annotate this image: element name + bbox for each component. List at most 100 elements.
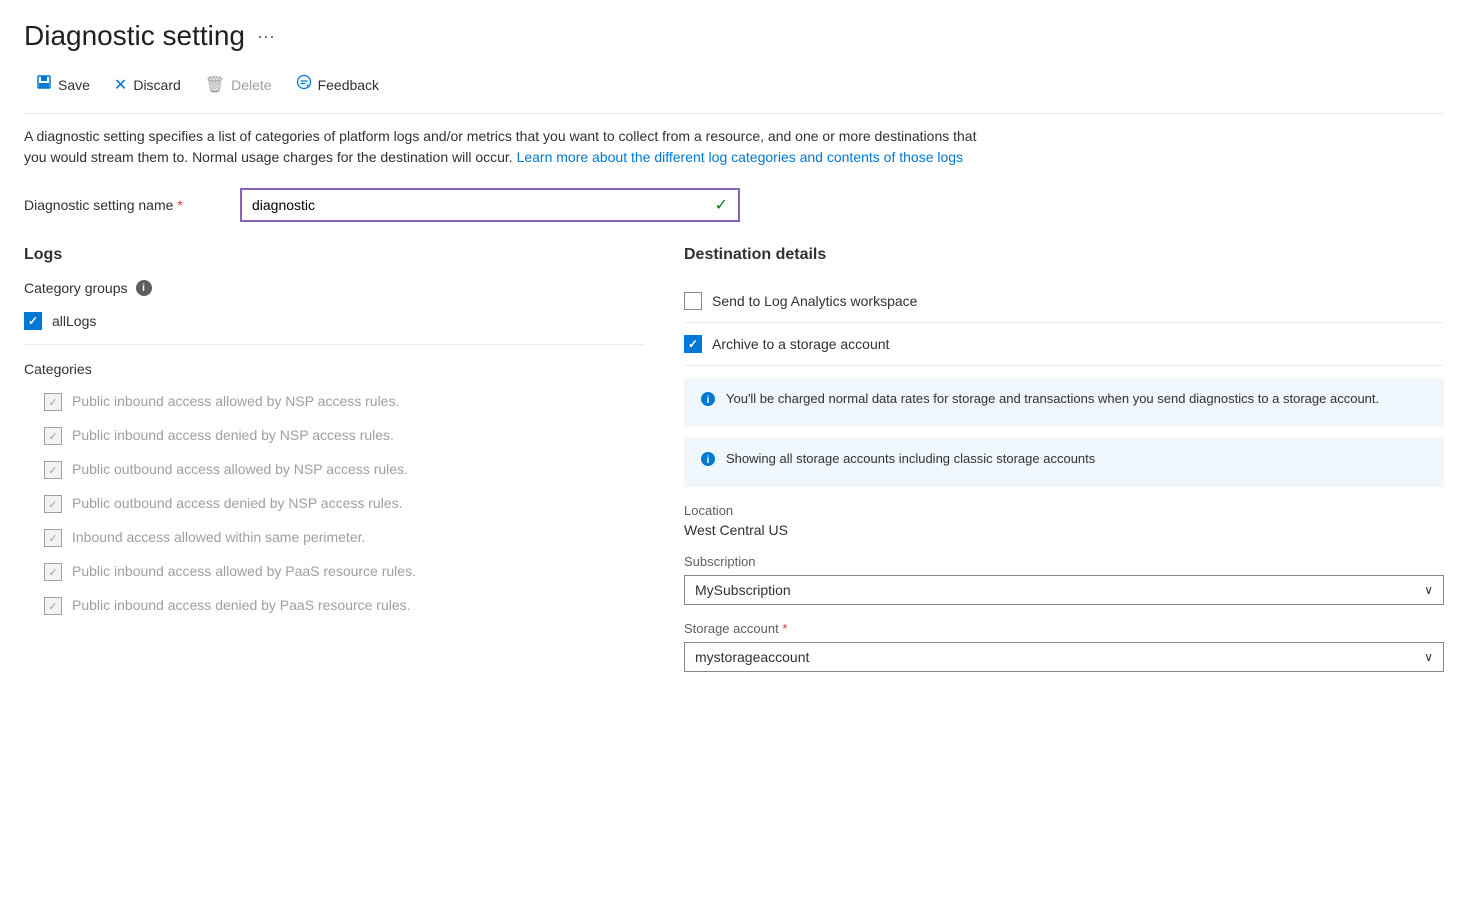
category-label-3: Public outbound access denied by NSP acc… [72, 495, 403, 511]
archive-check: ✓ [688, 337, 698, 351]
categories-label: Categories [24, 361, 644, 377]
storage-value: mystorageaccount [695, 649, 809, 665]
category-check-4: ✓ [48, 532, 57, 545]
category-label-5: Public inbound access allowed by PaaS re… [72, 563, 416, 579]
right-panel: Destination details Send to Log Analytic… [684, 246, 1444, 688]
archive-label: Archive to a storage account [712, 336, 889, 352]
info-box-2-text: Showing all storage accounts including c… [726, 450, 1095, 468]
feedback-label: Feedback [318, 77, 379, 93]
divider-categories [24, 344, 644, 345]
required-indicator: * [177, 197, 182, 213]
save-label: Save [58, 77, 90, 93]
delete-label: Delete [231, 77, 271, 93]
save-button[interactable]: Save [24, 68, 102, 101]
log-analytics-row: Send to Log Analytics workspace [684, 280, 1444, 323]
name-input-wrapper[interactable]: ✓ [240, 188, 740, 222]
category-checkbox-2[interactable]: ✓ [44, 461, 62, 479]
subscription-value: MySubscription [695, 582, 791, 598]
description: A diagnostic setting specifies a list of… [24, 126, 984, 168]
location-label: Location [684, 503, 1444, 518]
category-item-3: ✓ Public outbound access denied by NSP a… [24, 491, 644, 517]
storage-section: Storage account * mystorageaccount ∨ [684, 621, 1444, 672]
category-check-6: ✓ [48, 600, 57, 613]
feedback-button[interactable]: Feedback [284, 68, 391, 101]
category-item-6: ✓ Public inbound access denied by PaaS r… [24, 593, 644, 619]
location-section: Location West Central US [684, 503, 1444, 538]
form-row: Diagnostic setting name * ✓ [24, 188, 1444, 222]
category-checkbox-6[interactable]: ✓ [44, 597, 62, 615]
info-box-1-text: You'll be charged normal data rates for … [726, 390, 1379, 408]
info-box-2: i Showing all storage accounts including… [684, 438, 1444, 486]
logs-title: Logs [24, 246, 644, 264]
delete-icon: 🗑 [205, 75, 225, 95]
category-checkbox-0[interactable]: ✓ [44, 393, 62, 411]
subscription-dropdown[interactable]: MySubscription ∨ [684, 575, 1444, 605]
discard-icon: ✕ [114, 75, 127, 95]
delete-button[interactable]: 🗑 Delete [193, 69, 284, 101]
input-valid-icon: ✓ [715, 195, 728, 215]
category-label-1: Public inbound access denied by NSP acce… [72, 427, 394, 443]
location-value: West Central US [684, 522, 1444, 538]
subscription-label: Subscription [684, 554, 1444, 569]
category-label-2: Public outbound access allowed by NSP ac… [72, 461, 408, 477]
allLogs-row: ✓ allLogs [24, 308, 644, 334]
log-analytics-checkbox[interactable] [684, 292, 702, 310]
storage-required-indicator: * [782, 621, 787, 636]
category-item-5: ✓ Public inbound access allowed by PaaS … [24, 559, 644, 585]
category-check-0: ✓ [48, 396, 57, 409]
category-groups-info-icon[interactable]: i [136, 280, 152, 296]
feedback-icon [296, 74, 312, 95]
toolbar: Save ✕ Discard 🗑 Delete Feedback [24, 68, 1444, 114]
category-label-4: Inbound access allowed within same perim… [72, 529, 365, 545]
category-groups-text: Category groups [24, 280, 128, 296]
svg-text:i: i [707, 455, 710, 466]
archive-checkbox[interactable]: ✓ [684, 335, 702, 353]
destination-title: Destination details [684, 246, 1444, 264]
discard-label: Discard [133, 77, 180, 93]
category-label-0: Public inbound access allowed by NSP acc… [72, 393, 399, 409]
discard-button[interactable]: ✕ Discard [102, 69, 193, 101]
allLogs-check-mark: ✓ [28, 314, 38, 328]
archive-row: ✓ Archive to a storage account [684, 323, 1444, 366]
learn-more-link[interactable]: Learn more about the different log categ… [517, 149, 963, 165]
storage-dropdown[interactable]: mystorageaccount ∨ [684, 642, 1444, 672]
category-checkbox-3[interactable]: ✓ [44, 495, 62, 513]
category-checkbox-1[interactable]: ✓ [44, 427, 62, 445]
info-box-2-icon: i [700, 451, 716, 474]
left-panel: Logs Category groups i ✓ allLogs Categor… [24, 246, 644, 688]
category-item-0: ✓ Public inbound access allowed by NSP a… [24, 389, 644, 415]
destination-section: Destination details Send to Log Analytic… [684, 246, 1444, 672]
category-checkbox-4[interactable]: ✓ [44, 529, 62, 547]
allLogs-label: allLogs [52, 313, 96, 329]
category-check-1: ✓ [48, 430, 57, 443]
category-check-5: ✓ [48, 566, 57, 579]
category-item-1: ✓ Public inbound access denied by NSP ac… [24, 423, 644, 449]
info-box-1: i You'll be charged normal data rates fo… [684, 378, 1444, 426]
categories-section: Categories ✓ Public inbound access allow… [24, 361, 644, 619]
title-ellipsis[interactable]: ··· [257, 26, 275, 47]
main-layout: Logs Category groups i ✓ allLogs Categor… [24, 246, 1444, 688]
name-input[interactable] [252, 197, 715, 213]
subscription-arrow: ∨ [1424, 583, 1433, 597]
save-icon [36, 74, 52, 95]
log-analytics-label: Send to Log Analytics workspace [712, 293, 917, 309]
allLogs-checkbox[interactable]: ✓ [24, 312, 42, 330]
logs-section: Logs Category groups i ✓ allLogs Categor… [24, 246, 644, 619]
title-text: Diagnostic setting [24, 20, 245, 52]
storage-arrow: ∨ [1424, 650, 1433, 664]
svg-text:i: i [707, 395, 710, 406]
category-check-3: ✓ [48, 498, 57, 511]
category-item-4: ✓ Inbound access allowed within same per… [24, 525, 644, 551]
subscription-section: Subscription MySubscription ∨ [684, 554, 1444, 605]
name-label: Diagnostic setting name * [24, 197, 224, 213]
category-item-2: ✓ Public outbound access allowed by NSP … [24, 457, 644, 483]
category-check-2: ✓ [48, 464, 57, 477]
info-box-1-icon: i [700, 391, 716, 414]
category-groups: Category groups i ✓ allLogs [24, 280, 644, 334]
category-checkbox-5[interactable]: ✓ [44, 563, 62, 581]
page-title: Diagnostic setting ··· [24, 20, 1444, 52]
category-label-6: Public inbound access denied by PaaS res… [72, 597, 411, 613]
storage-label-text: Storage account [684, 621, 779, 636]
category-groups-label: Category groups i [24, 280, 644, 296]
storage-label-row: Storage account * [684, 621, 1444, 636]
